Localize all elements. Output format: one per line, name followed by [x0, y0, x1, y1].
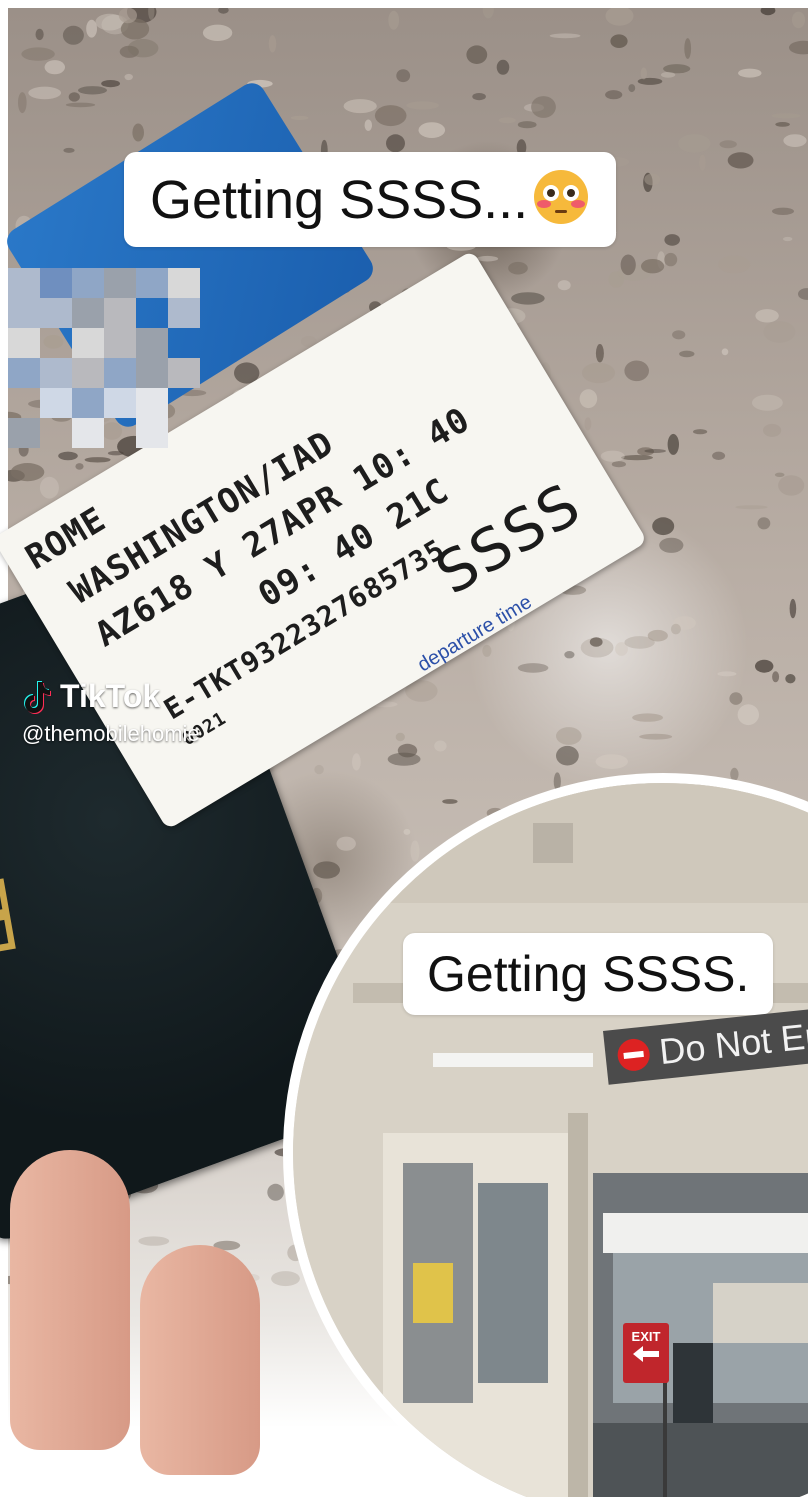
censor-pixel — [136, 328, 168, 358]
censor-pixel — [72, 358, 104, 388]
finger — [10, 1150, 130, 1450]
tiktok-watermark: TikTok @themobilehomie — [22, 678, 200, 747]
airport-inset-circle: Getting SSSS. Do Not Ent EXIT — [283, 773, 808, 1497]
censor-pixel — [40, 388, 72, 418]
censor-pixel — [40, 298, 72, 328]
finger — [140, 1245, 260, 1475]
no-entry-icon — [616, 1037, 652, 1073]
censor-pixel — [72, 388, 104, 418]
tiktok-logo-row: TikTok — [22, 678, 200, 715]
arrow-left-icon — [633, 1346, 659, 1362]
tiktok-brand: TikTok — [60, 678, 161, 714]
censor-pixel — [8, 358, 40, 388]
departure-time-note: departure time — [413, 590, 536, 677]
censor-pixel — [8, 298, 40, 328]
censor-pixel — [168, 298, 200, 328]
censor-pixel — [136, 358, 168, 388]
censor-pixel — [136, 418, 168, 448]
censor-pixel — [40, 358, 72, 388]
airport-security-scene — [293, 783, 808, 1497]
flushed-face-icon — [534, 170, 589, 224]
pixelated-censor-block — [8, 268, 200, 448]
exit-sign-text: EXIT — [631, 1329, 661, 1344]
caption-inset: Getting SSSS. — [403, 933, 774, 1015]
tiktok-logo-icon — [24, 680, 51, 714]
censor-pixel — [104, 358, 136, 388]
censor-pixel — [104, 268, 136, 298]
caption-top: Getting SSSS... — [124, 152, 617, 247]
censor-pixel — [72, 328, 104, 358]
censor-pixel — [168, 358, 200, 388]
censor-pixel — [8, 328, 40, 358]
censor-pixel — [104, 298, 136, 328]
censor-pixel — [8, 418, 40, 448]
censor-pixel — [72, 418, 104, 448]
ssss-stamp: SSSS — [424, 469, 593, 608]
photo-collage: RT ROME WASHINGTON/IAD AZ618 Y 27APR 10:… — [0, 0, 808, 1497]
censor-pixel — [8, 268, 40, 298]
censor-pixel — [72, 298, 104, 328]
censor-pixel — [40, 268, 72, 298]
exit-sign: EXIT — [623, 1323, 669, 1383]
censor-pixel — [168, 268, 200, 298]
caption-top-text: Getting SSSS... — [150, 170, 529, 230]
do-not-enter-text: Do Not Ent — [657, 1012, 808, 1073]
censor-pixel — [104, 328, 136, 358]
censor-pixel — [72, 268, 104, 298]
tiktok-handle: @themobilehomie — [22, 721, 200, 746]
censor-pixel — [136, 268, 168, 298]
censor-pixel — [136, 388, 168, 418]
censor-pixel — [104, 388, 136, 418]
